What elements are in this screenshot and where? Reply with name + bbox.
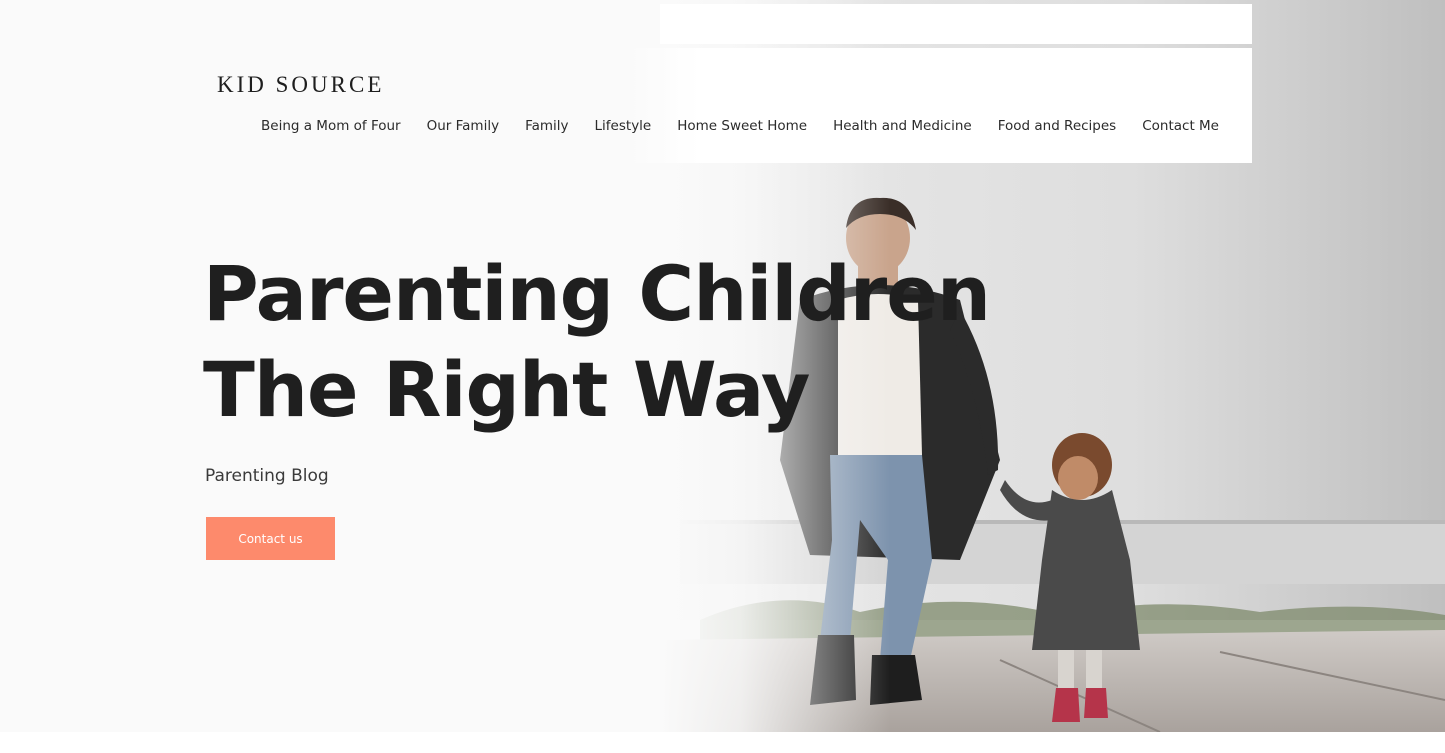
header-top-band [660, 4, 1252, 44]
nav-item-being-a-mom-of-four[interactable]: Being a Mom of Four [261, 118, 401, 134]
page: KID SOURCE Being a Mom of Four Our Famil… [0, 0, 1445, 753]
nav-item-family[interactable]: Family [525, 118, 568, 134]
nav-item-food-and-recipes[interactable]: Food and Recipes [998, 118, 1117, 134]
main-nav: Being a Mom of Four Our Family Family Li… [261, 118, 1219, 134]
nav-item-our-family[interactable]: Our Family [427, 118, 499, 134]
site-logo[interactable]: KID SOURCE [217, 72, 384, 98]
contact-us-button[interactable]: Contact us [206, 517, 335, 560]
hero-title-line-2: The Right Way [203, 345, 810, 434]
hero-title: Parenting Children The Right Way [203, 246, 991, 438]
bottom-strip [0, 732, 1445, 753]
hero-title-line-1: Parenting Children [203, 249, 991, 338]
nav-item-home-sweet-home[interactable]: Home Sweet Home [677, 118, 807, 134]
nav-item-lifestyle[interactable]: Lifestyle [595, 118, 652, 134]
site-header [0, 48, 1252, 163]
nav-item-contact-me[interactable]: Contact Me [1142, 118, 1219, 134]
nav-item-health-and-medicine[interactable]: Health and Medicine [833, 118, 972, 134]
hero-subtitle: Parenting Blog [205, 466, 329, 486]
